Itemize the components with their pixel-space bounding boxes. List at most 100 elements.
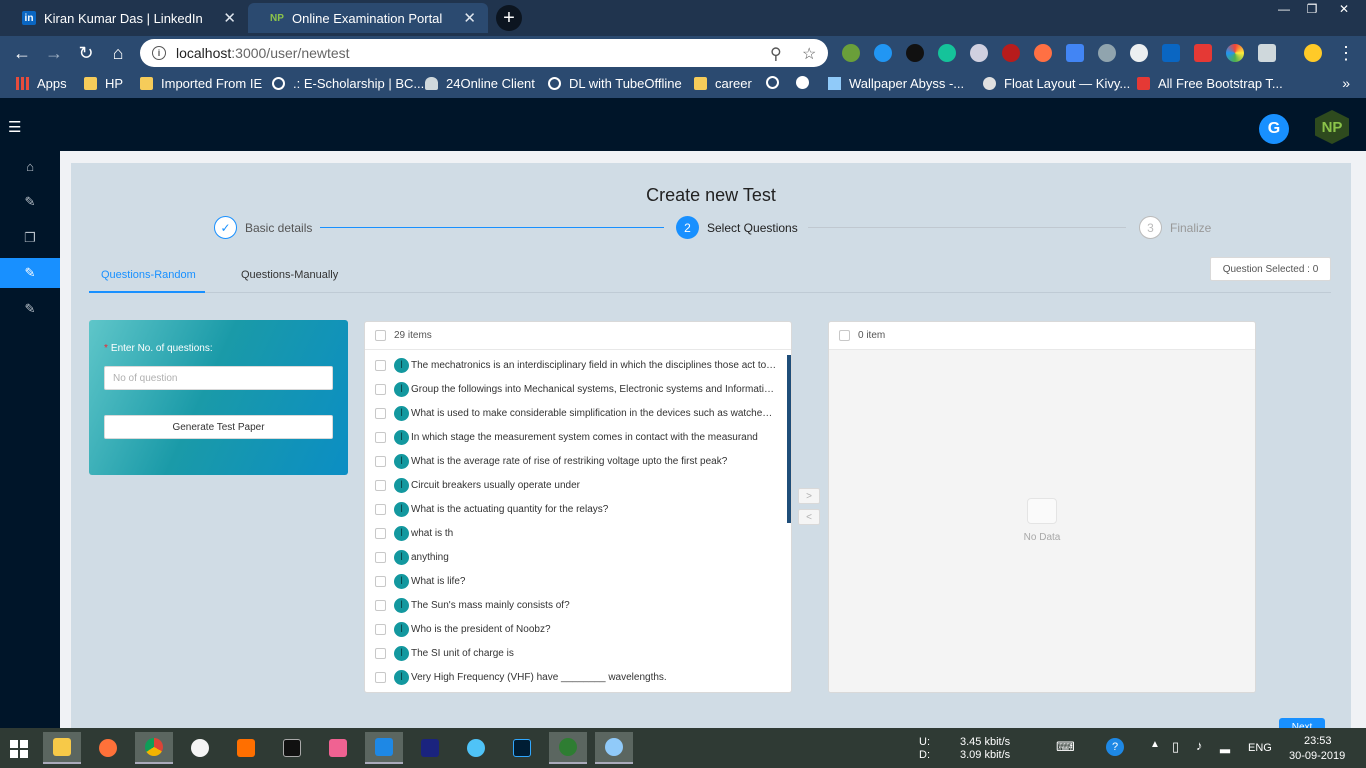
move-right-button[interactable]: > xyxy=(798,488,820,504)
grammarly-icon[interactable] xyxy=(938,44,956,62)
list-scrollbar[interactable] xyxy=(787,355,791,523)
bookmark-bootstrap[interactable]: All Free Bootstrap T... xyxy=(1137,76,1283,91)
shield-icon[interactable] xyxy=(1258,44,1276,62)
taskbar-app[interactable] xyxy=(595,732,633,764)
extension-icon[interactable] xyxy=(1226,44,1244,62)
keyboard-icon[interactable]: ⌨ xyxy=(1056,739,1075,755)
show-hidden-icons[interactable]: ▲ xyxy=(1150,739,1160,750)
question-row[interactable]: Ianything xyxy=(365,545,791,569)
forward-arrow-icon[interactable]: → xyxy=(42,41,66,65)
taskbar-chrome[interactable] xyxy=(135,732,173,764)
bookmark-apps[interactable]: Apps xyxy=(16,76,67,91)
clock-time[interactable]: 23:53 xyxy=(1304,735,1332,747)
address-bar[interactable]: i localhost:3000/user/newtest ⚲ ☆ xyxy=(140,39,828,67)
question-row[interactable]: I Very High Frequency (VHF) have ________… xyxy=(365,665,791,689)
question-checkbox[interactable] xyxy=(375,575,386,587)
clock-date[interactable]: 30-09-2019 xyxy=(1289,750,1345,762)
site-info-icon[interactable]: i xyxy=(152,46,166,60)
extension-icon[interactable] xyxy=(1098,44,1116,62)
bookmark-kivy[interactable]: Float Layout — Kivy... xyxy=(983,76,1130,91)
more-bookmarks-icon[interactable]: » xyxy=(1342,75,1350,91)
generate-test-paper-button[interactable]: Generate Test Paper xyxy=(104,415,333,439)
linkedin-extension-icon[interactable] xyxy=(1162,44,1180,62)
sidebar-item-edit[interactable]: ✎ xyxy=(0,187,60,217)
menu-fold-icon[interactable]: ☰ xyxy=(8,118,21,136)
question-checkbox[interactable] xyxy=(375,359,386,371)
question-checkbox[interactable] xyxy=(375,647,386,659)
extension-icon[interactable] xyxy=(1002,44,1020,62)
select-all-checkbox[interactable] xyxy=(375,330,386,341)
question-row[interactable]: I What is life? xyxy=(365,569,791,593)
new-tab-button[interactable]: + xyxy=(496,5,522,31)
extension-icon[interactable] xyxy=(1130,44,1148,62)
question-checkbox[interactable] xyxy=(375,551,386,563)
move-left-button[interactable]: < xyxy=(798,509,820,525)
question-count-input[interactable] xyxy=(104,366,333,390)
question-row[interactable]: I Group the followings into Mechanical s… xyxy=(365,377,791,401)
minimize-window-button[interactable]: — xyxy=(1270,0,1298,18)
question-row[interactable]: I What is the average rate of rise of res… xyxy=(365,449,791,473)
question-row[interactable]: I The Sun's mass mainly consists of? xyxy=(365,593,791,617)
windows-start-icon[interactable] xyxy=(10,740,28,758)
help-icon[interactable]: ? xyxy=(1106,738,1124,756)
question-checkbox[interactable] xyxy=(375,671,386,683)
question-row[interactable]: I Who is the president of Noobz? xyxy=(365,617,791,641)
question-checkbox[interactable] xyxy=(375,383,386,395)
sidebar-item-pencil[interactable]: ✎ xyxy=(0,294,60,324)
bookmark-imported-from-ie[interactable]: Imported From IE xyxy=(140,76,262,91)
taskbar-firefox[interactable] xyxy=(89,732,127,764)
bookmark-globe[interactable] xyxy=(766,76,787,89)
question-checkbox[interactable] xyxy=(375,431,386,443)
google-account-icon[interactable]: G xyxy=(1259,114,1289,144)
browser-tab-linkedin[interactable]: in Kiran Kumar Das | LinkedIn ✕ xyxy=(0,3,248,33)
question-checkbox[interactable] xyxy=(375,407,386,419)
translate-icon[interactable] xyxy=(1066,44,1084,62)
extension-icon[interactable] xyxy=(970,44,988,62)
question-row[interactable]: Iwhat is th xyxy=(365,521,791,545)
extension-icon[interactable] xyxy=(906,44,924,62)
bookmark-star-icon[interactable]: ☆ xyxy=(802,44,816,64)
taskbar-app[interactable] xyxy=(227,732,265,764)
question-checkbox[interactable] xyxy=(375,623,386,635)
extension-icon[interactable] xyxy=(1034,44,1052,62)
bookmark-hp[interactable]: HP xyxy=(84,76,123,91)
taskbar-photoshop[interactable] xyxy=(503,732,541,764)
question-row[interactable]: I The mechatronics is an interdisciplinar… xyxy=(365,353,791,377)
extension-icon[interactable] xyxy=(874,44,892,62)
question-checkbox[interactable] xyxy=(375,527,386,539)
question-checkbox[interactable] xyxy=(375,599,386,611)
close-window-button[interactable]: ✕ xyxy=(1330,0,1358,18)
bookmark-24online[interactable]: 24Online Client xyxy=(425,76,535,91)
taskbar-app[interactable] xyxy=(549,732,587,764)
extension-icon[interactable] xyxy=(1194,44,1212,62)
taskbar-app[interactable] xyxy=(181,732,219,764)
back-arrow-icon[interactable]: ← xyxy=(10,41,34,65)
restore-window-button[interactable]: ❐ xyxy=(1298,0,1326,18)
extension-icon[interactable] xyxy=(842,44,860,62)
question-checkbox[interactable] xyxy=(375,455,386,467)
browser-menu-icon[interactable]: ⋮ xyxy=(1334,41,1358,65)
bookmark-career[interactable]: career xyxy=(694,76,752,91)
sidebar-item-new-test[interactable]: ✎ xyxy=(0,258,60,288)
question-row[interactable]: I What is the actuating quantity for the … xyxy=(365,497,791,521)
battery-icon[interactable]: ▯ xyxy=(1172,739,1179,755)
profile-avatar[interactable] xyxy=(1304,44,1322,62)
browser-tab-exam-portal[interactable]: NP Online Examination Portal ✕ xyxy=(248,3,488,33)
network-icon[interactable]: ▂ xyxy=(1220,738,1230,754)
taskbar-file-explorer[interactable] xyxy=(43,732,81,764)
tab-questions-random[interactable]: Questions-Random xyxy=(101,269,196,281)
bookmark-wallpaper-abyss[interactable]: Wallpaper Abyss -... xyxy=(828,76,964,91)
tab-questions-manually[interactable]: Questions-Manually xyxy=(241,269,338,281)
bookmark-github[interactable] xyxy=(796,76,817,89)
question-checkbox[interactable] xyxy=(375,503,386,515)
select-all-checkbox[interactable] xyxy=(839,330,850,341)
question-row[interactable]: I In which stage the measurement system … xyxy=(365,425,791,449)
zoom-icon[interactable]: ⚲ xyxy=(770,44,782,64)
language-indicator[interactable]: ENG xyxy=(1248,742,1272,754)
reload-icon[interactable]: ↻ xyxy=(74,41,98,65)
close-tab-icon[interactable]: ✕ xyxy=(223,9,236,27)
bookmark-e-scholarship[interactable]: .: E-Scholarship | BC... xyxy=(272,76,424,91)
taskbar-cmd[interactable] xyxy=(273,732,311,764)
home-icon[interactable]: ⌂ xyxy=(106,41,130,65)
taskbar-app[interactable] xyxy=(457,732,495,764)
